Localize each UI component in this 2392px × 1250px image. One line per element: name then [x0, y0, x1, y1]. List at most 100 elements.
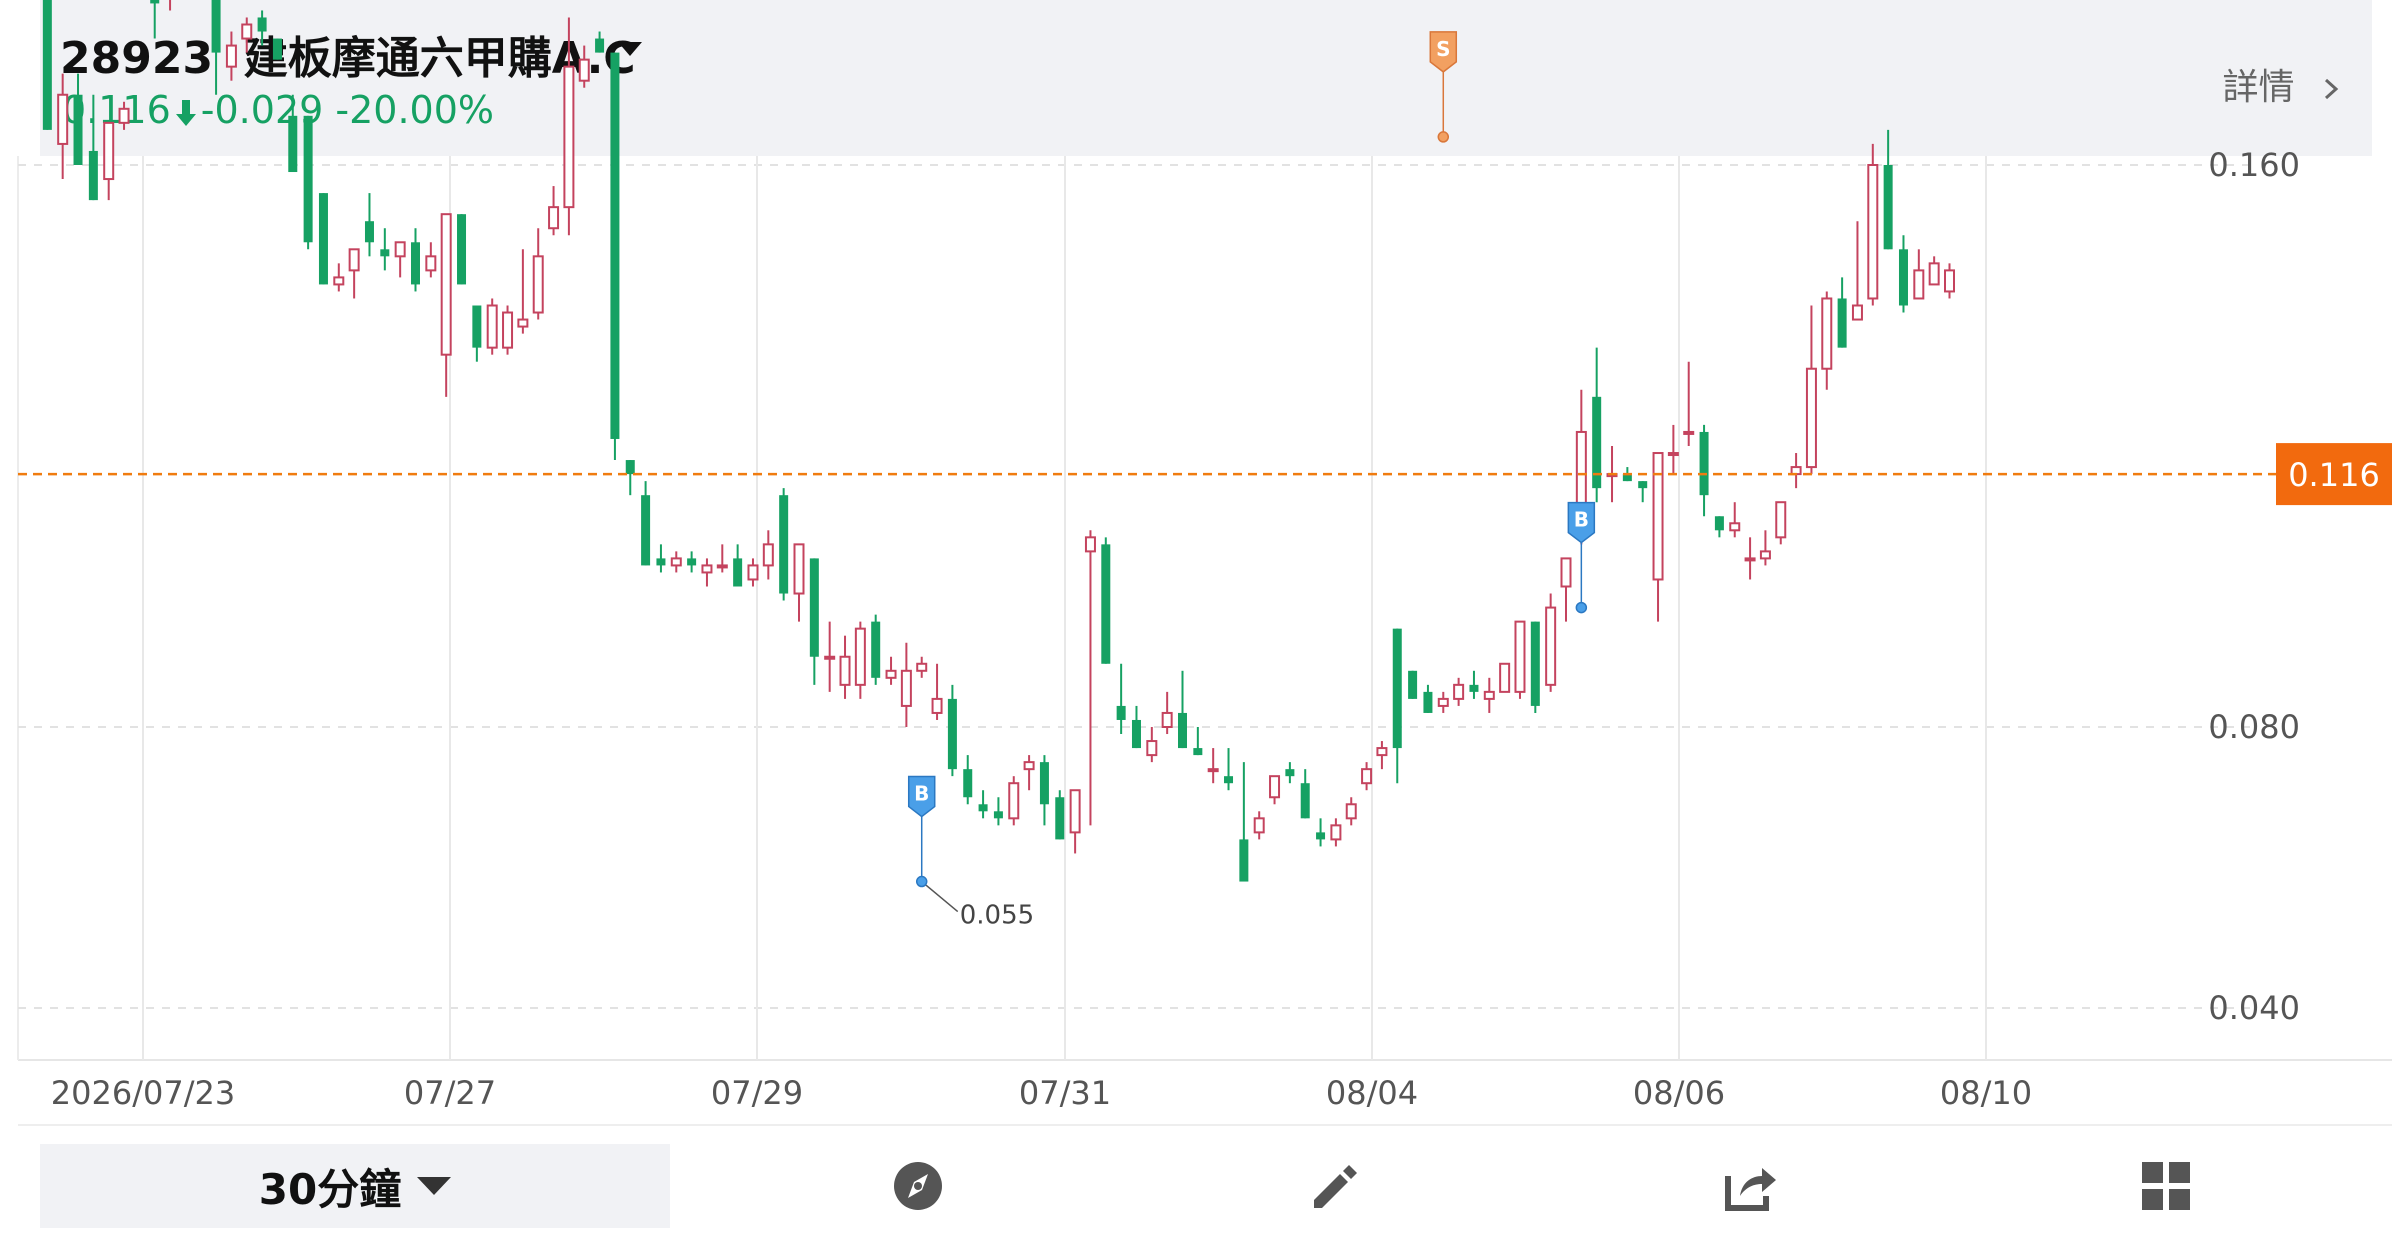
candle-body — [318, 193, 328, 285]
marker-letter: S — [1436, 37, 1450, 61]
candle-body — [333, 276, 345, 286]
y-tick-label: 0.040 — [2208, 989, 2300, 1027]
candle-body — [211, 0, 221, 53]
x-tick-label: 07/31 — [1019, 1074, 1111, 1112]
candle-body — [610, 52, 620, 439]
candle-body — [1161, 711, 1173, 729]
candle-body — [1453, 683, 1465, 700]
candle-body — [871, 621, 881, 678]
candle-body — [1008, 782, 1020, 820]
candle-body — [1285, 769, 1295, 777]
share-icon[interactable] — [1720, 1156, 1780, 1216]
candle-body — [978, 804, 988, 812]
candle-body — [1193, 748, 1203, 756]
candle-body — [687, 558, 697, 566]
candle-body — [1805, 367, 1817, 469]
compass-icon[interactable] — [888, 1156, 948, 1216]
candle-body — [1913, 269, 1925, 300]
x-tick-label: 2026/07/23 — [51, 1074, 235, 1112]
candle-body — [733, 558, 743, 587]
candle-body — [1316, 832, 1326, 840]
candle-body — [1867, 164, 1879, 300]
marker-letter: B — [914, 782, 929, 806]
pencil-icon[interactable] — [1304, 1156, 1364, 1216]
candle-body — [1345, 803, 1357, 820]
candle-body — [1545, 606, 1557, 686]
candle-body — [1069, 789, 1081, 834]
candle-body — [747, 564, 759, 581]
candle-body — [762, 543, 774, 567]
candle-body — [885, 669, 897, 679]
candle-body — [225, 44, 237, 68]
candle-body — [1392, 628, 1402, 749]
caret-down-icon — [417, 1177, 452, 1195]
candle-body — [641, 495, 651, 566]
candle-body — [701, 564, 713, 574]
x-tick-label: 08/04 — [1326, 1074, 1418, 1112]
low-label: 0.055 — [960, 901, 1034, 931]
interval-selector[interactable]: 30分鐘 — [40, 1144, 670, 1228]
candle-body — [73, 94, 83, 165]
candle-body — [1469, 684, 1479, 692]
candle-body — [1759, 550, 1771, 560]
candle-body — [595, 38, 605, 53]
candle-body — [1101, 544, 1111, 664]
candle-body — [1437, 697, 1449, 707]
candle-body — [1084, 536, 1096, 553]
chart-labels: 0.2400.2000.1600.0800.0402026/07/2307/27… — [18, 31, 2392, 1112]
candle-body — [1744, 557, 1756, 562]
chart-toolbar: 30分鐘 — [18, 1124, 2392, 1250]
y-tick-label: 0.160 — [2208, 146, 2300, 184]
candle-body — [1408, 670, 1418, 699]
candle-body — [1683, 430, 1695, 435]
y-tick-label: 0.080 — [2208, 708, 2300, 746]
candle-body — [1239, 839, 1249, 882]
interval-label: 30分鐘 — [258, 1164, 402, 1214]
candle-body — [42, 0, 52, 130]
candle-body — [839, 655, 851, 686]
candle-body — [563, 65, 575, 209]
candle-body — [1253, 817, 1265, 834]
x-tick-label: 08/06 — [1633, 1074, 1725, 1112]
candle-body — [411, 242, 420, 285]
candle-body — [257, 17, 267, 32]
candle-body — [1300, 783, 1310, 819]
candle-body — [1851, 304, 1863, 321]
candle-body — [472, 305, 482, 348]
candle-body — [1131, 719, 1141, 749]
candle-body — [578, 58, 590, 82]
candle-body — [947, 698, 957, 770]
x-tick-label: 07/27 — [404, 1074, 496, 1112]
candle-body — [625, 460, 635, 475]
candle-body — [1376, 747, 1388, 757]
candle-body — [1207, 768, 1219, 773]
candle-body — [1146, 740, 1158, 757]
x-tick-label: 07/29 — [711, 1074, 803, 1112]
candle-body — [656, 558, 666, 566]
candle-body — [824, 655, 836, 660]
candle-body — [670, 557, 682, 567]
candle-body — [103, 121, 115, 181]
candle-body — [1116, 705, 1126, 720]
candle-body — [150, 0, 160, 4]
marker-letter: B — [1574, 508, 1589, 532]
candles — [42, 0, 1955, 882]
candle-body — [1775, 501, 1787, 539]
x-tick-label: 08/10 — [1940, 1074, 2032, 1112]
candle-body — [1714, 516, 1724, 531]
current-price-label: 0.116 — [2288, 456, 2380, 494]
candle-body — [1269, 775, 1281, 799]
candle-body — [394, 241, 406, 258]
candle-body — [364, 221, 374, 243]
candle-body — [993, 811, 1003, 819]
candle-body — [1178, 712, 1187, 749]
candle-body — [425, 255, 437, 272]
candle-body — [272, 38, 282, 60]
candle-body — [1530, 621, 1540, 706]
candlestick-chart[interactable]: 0.2400.2000.1600.0800.0402026/07/2307/27… — [0, 0, 2392, 1124]
candle-body — [348, 248, 360, 272]
candle-body — [1944, 269, 1955, 293]
grid-icon[interactable] — [2136, 1156, 2196, 1216]
candle-body — [88, 150, 98, 201]
candle-body — [1023, 761, 1035, 771]
